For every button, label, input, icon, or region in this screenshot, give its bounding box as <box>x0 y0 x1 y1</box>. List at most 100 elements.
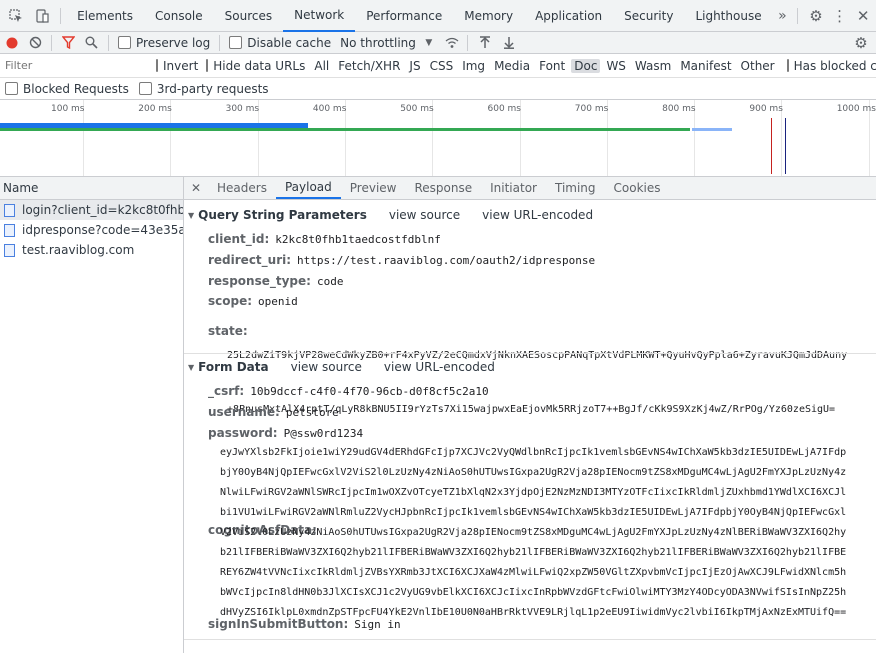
preserve-log-label: Preserve log <box>136 35 211 50</box>
request-row[interactable]: login?client_id=k2kc8t0fhb1ta... <box>0 200 183 220</box>
request-name: test.raaviblog.com <box>22 243 135 257</box>
detail-tab-headers[interactable]: Headers <box>208 177 276 199</box>
filter-type-doc[interactable]: Doc <box>571 58 601 73</box>
disable-cache-checkbox[interactable] <box>229 36 243 49</box>
detail-tab-preview[interactable]: Preview <box>341 177 406 199</box>
param-row: client_id: k2kc8t0fhb1taedcostfdblnf <box>208 232 441 246</box>
filter-type-fetch-xhr[interactable]: Fetch/XHR <box>335 59 403 73</box>
detail-tab-cookies[interactable]: Cookies <box>605 177 670 199</box>
cognito-data-line: NlwiLFwiRGV2aWNlSWRcIjpcIm1wOXZvOTcyeTZ1… <box>220 487 847 498</box>
has-blocked-cookies-checkbox[interactable] <box>786 59 789 72</box>
tab-security[interactable]: Security <box>613 0 684 32</box>
close-details-icon[interactable]: ✕ <box>184 181 208 195</box>
form-view-source-link[interactable]: view source <box>291 360 362 374</box>
param-row: redirect_uri: https://test.raaviblog.com/… <box>208 253 595 267</box>
query-view-source-link[interactable]: view source <box>389 208 460 222</box>
tab-memory[interactable]: Memory <box>453 0 524 32</box>
preserve-log-checkbox[interactable] <box>118 36 131 49</box>
document-icon <box>4 223 15 237</box>
param-key: response_type: <box>208 274 311 288</box>
network-timeline-overview[interactable]: 100 ms 200 ms 300 ms 400 ms 500 ms 600 ms 700 … <box>0 100 876 177</box>
name-column-header[interactable]: Name <box>0 177 183 200</box>
more-options-icon[interactable]: ⋮ <box>829 7 851 25</box>
filter-type-js[interactable]: JS <box>406 59 423 73</box>
filter-type-all[interactable]: All <box>311 59 332 73</box>
filter-type-ws[interactable]: WS <box>603 59 628 73</box>
network-settings-gear-icon[interactable]: ⚙ <box>846 34 876 52</box>
filter-type-wasm[interactable]: Wasm <box>632 59 674 73</box>
throttling-select[interactable]: No throttling <box>340 36 416 50</box>
detail-tabs: Headers Payload Preview Response Initiator Ti… <box>208 177 670 199</box>
filter-type-manifest[interactable]: Manifest <box>677 59 734 73</box>
record-icon[interactable] <box>0 37 24 49</box>
tab-console[interactable]: Console <box>144 0 214 32</box>
detail-tabs-bar: ✕ Headers Payload Preview Response Initiator… <box>184 177 876 200</box>
query-view-url-encoded-link[interactable]: view URL-encoded <box>482 208 593 222</box>
tab-elements[interactable]: Elements <box>66 0 144 32</box>
timeline-tick-label: 600 ms <box>487 104 522 114</box>
collapse-triangle-icon[interactable]: ▼ <box>188 363 194 372</box>
form-view-url-encoded-link[interactable]: view URL-encoded <box>384 360 495 374</box>
dropdown-arrow-icon[interactable]: ▼ <box>416 38 442 48</box>
settings-gear-icon[interactable]: ⚙ <box>803 7 829 25</box>
tab-application[interactable]: Application <box>524 0 613 32</box>
param-value: openid <box>258 295 298 308</box>
query-string-section-header[interactable]: ▼ Query String Parameters view source vi… <box>188 208 593 222</box>
filter-type-css[interactable]: CSS <box>427 59 457 73</box>
toolbar-divider <box>51 34 52 51</box>
detail-tab-payload[interactable]: Payload <box>275 177 341 199</box>
blocked-requests-checkbox[interactable] <box>5 82 18 95</box>
filter-type-media[interactable]: Media <box>491 59 533 73</box>
filter-bar: Invert Hide data URLs AllFetch/XHRJS CSSI… <box>0 54 876 78</box>
cognito-data-line: bjY0OyB4NjQpIEFwcGxlV2ViS2l0LzUzNy4zNiAo… <box>220 467 847 478</box>
timeline-bar-green <box>0 128 690 131</box>
toolbar-divider <box>466 34 468 51</box>
filter-input[interactable] <box>3 55 152 76</box>
third-party-checkbox[interactable] <box>138 82 152 95</box>
toolbar-divider <box>797 7 799 24</box>
param-value: P@ssw0rd1234 <box>283 427 364 440</box>
hide-data-urls-checkbox[interactable] <box>206 59 209 72</box>
tab-network[interactable]: Network <box>283 0 356 32</box>
param-value: https://test.raaviblog.com/oauth2/idpres… <box>297 254 596 267</box>
filter-funnel-icon[interactable] <box>57 36 79 49</box>
filter-type-font[interactable]: Font <box>536 59 568 73</box>
request-list: login?client_id=k2kc8t0fhb1ta... idprespo… <box>0 200 183 260</box>
network-toolbar: Preserve log Disable cache No throttling… <box>0 32 876 54</box>
blocked-requests-label: Blocked Requests <box>23 81 129 96</box>
network-conditions-icon[interactable] <box>442 37 462 49</box>
form-data-title: Form Data <box>198 360 269 374</box>
dom-content-loaded-marker <box>771 118 772 174</box>
param-key: signInSubmitButton: <box>208 617 349 631</box>
form-data-section-header[interactable]: ▼ Form Data view source view URL-encoded <box>188 360 495 374</box>
import-har-icon[interactable] <box>473 36 497 49</box>
section-divider <box>184 353 876 354</box>
cognito-data-line: REY6ZW4tVVNcIixcIkRldmljZVBsYXRmb3JtXCI6… <box>220 567 847 578</box>
clear-icon[interactable] <box>24 36 46 49</box>
tab-performance[interactable]: Performance <box>355 0 453 32</box>
timeline-tick-label: 1000 ms <box>836 104 876 114</box>
detail-tab-timing[interactable]: Timing <box>546 177 605 199</box>
request-row[interactable]: idpresponse?code=43e35ae9... <box>0 220 183 240</box>
param-row: username: petstore <box>208 405 339 419</box>
request-row[interactable]: test.raaviblog.com <box>0 240 183 260</box>
timeline-tick-label: 700 ms <box>574 104 609 114</box>
tab-lighthouse[interactable]: Lighthouse <box>684 0 772 32</box>
export-har-icon[interactable] <box>497 36 521 49</box>
filter-type-other[interactable]: Other <box>738 59 778 73</box>
load-event-marker <box>785 118 786 174</box>
search-icon[interactable] <box>79 36 103 49</box>
inspect-element-icon[interactable] <box>2 8 30 23</box>
close-devtools-icon[interactable]: ✕ <box>850 7 876 25</box>
param-value: petstore <box>285 406 339 419</box>
tab-sources[interactable]: Sources <box>214 0 283 32</box>
collapse-triangle-icon[interactable]: ▼ <box>188 211 194 220</box>
invert-label: Invert <box>163 58 199 73</box>
detail-tab-response[interactable]: Response <box>405 177 481 199</box>
invert-checkbox[interactable] <box>156 59 158 72</box>
detail-tab-initiator[interactable]: Initiator <box>481 177 546 199</box>
more-tabs-icon[interactable]: » <box>773 8 793 24</box>
filter-type-img[interactable]: Img <box>459 59 488 73</box>
device-toolbar-icon[interactable] <box>30 8 56 23</box>
timeline-tick-label: 100 ms <box>51 104 85 114</box>
